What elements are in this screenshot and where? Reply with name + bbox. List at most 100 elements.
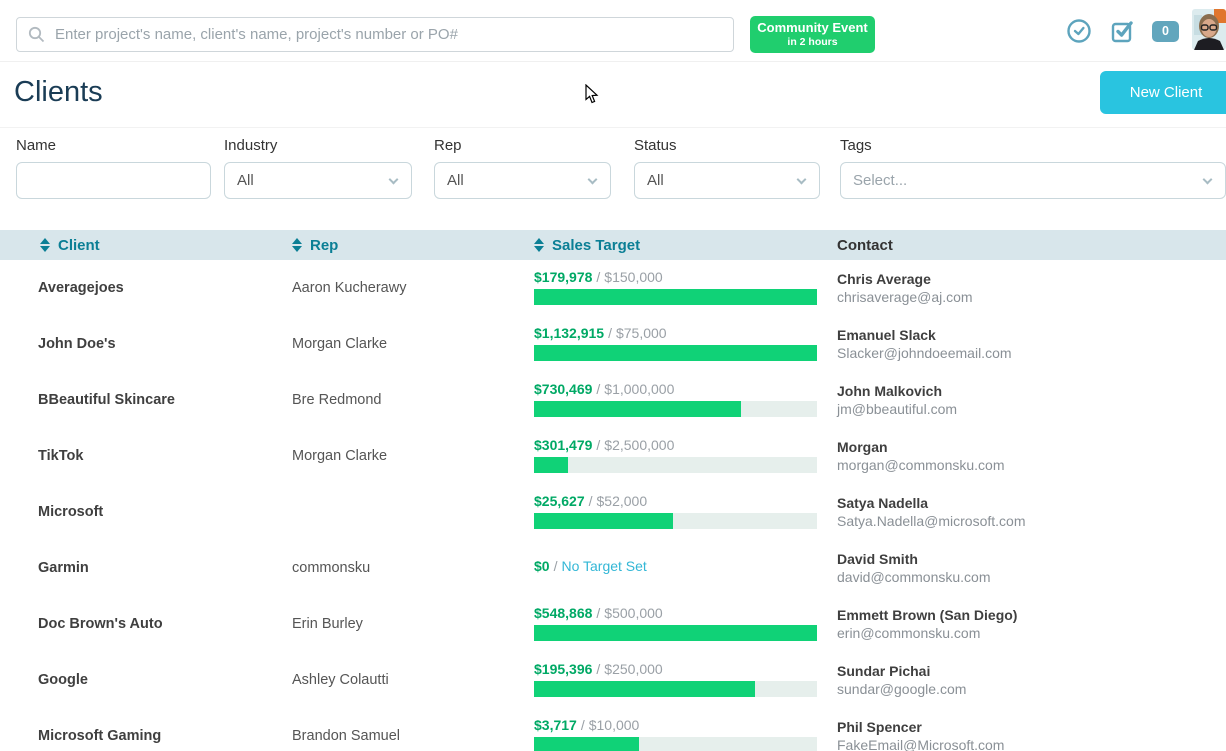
- client-link[interactable]: John Doe's: [38, 336, 116, 352]
- sales-target-value: $1,000,000: [604, 381, 674, 397]
- sort-icon: [292, 238, 302, 252]
- table-row: Doc Brown's Auto Erin Burley $548,868/$5…: [0, 596, 1226, 652]
- client-link[interactable]: BBeautiful Skincare: [38, 392, 175, 408]
- sales-value: $301,479: [534, 437, 592, 453]
- contact-email[interactable]: morgan@commonsku.com: [837, 456, 1226, 474]
- sales-value: $730,469: [534, 381, 592, 397]
- sales-target-value: $150,000: [604, 269, 662, 285]
- community-event-title: Community Event: [757, 21, 868, 36]
- sales-target-value: $52,000: [597, 493, 648, 509]
- chevron-down-icon: [1203, 175, 1213, 185]
- name-filter-input[interactable]: [16, 162, 211, 199]
- rep-name: Brandon Samuel: [292, 708, 534, 751]
- sales-separator: /: [596, 437, 600, 453]
- client-link[interactable]: Doc Brown's Auto: [38, 616, 163, 632]
- rep-name: Erin Burley: [292, 596, 534, 652]
- top-bar: Community Event in 2 hours 0: [0, 0, 1226, 62]
- table-row: BBeautiful Skincare Bre Redmond $730,469…: [0, 372, 1226, 428]
- table-header: Client Rep Sales Target Contact: [0, 230, 1226, 260]
- contact-email[interactable]: sundar@google.com: [837, 680, 1226, 698]
- top-icon-group: 0: [1066, 0, 1226, 62]
- clock-reminders-icon[interactable]: [1066, 18, 1092, 44]
- sales-progress-fill: [534, 625, 817, 641]
- no-target-set-link[interactable]: No Target Set: [561, 558, 646, 574]
- sales-value: $548,868: [534, 605, 592, 621]
- name-filter-label: Name: [16, 137, 211, 154]
- sales-target-value: $2,500,000: [604, 437, 674, 453]
- contact-email[interactable]: FakeEmail@Microsoft.com: [837, 736, 1226, 751]
- sales-value: $195,396: [534, 661, 592, 677]
- sales-target-value: $500,000: [604, 605, 662, 621]
- contact-name: David Smith: [837, 550, 1226, 568]
- sales-progress-track: [534, 289, 817, 305]
- client-link[interactable]: Garmin: [38, 560, 89, 576]
- contact-name: Phil Spencer: [837, 718, 1226, 736]
- clients-page: Community Event in 2 hours 0: [0, 0, 1226, 751]
- rep-name: Morgan Clarke: [292, 428, 534, 484]
- sales-progress-track: [534, 681, 817, 697]
- client-link[interactable]: Microsoft Gaming: [38, 728, 161, 744]
- community-event-button[interactable]: Community Event in 2 hours: [750, 16, 875, 53]
- sales-progress-fill: [534, 457, 568, 473]
- sales-progress-track: [534, 401, 817, 417]
- contact-name: Emmett Brown (San Diego): [837, 606, 1226, 624]
- client-link[interactable]: Microsoft: [38, 504, 103, 520]
- table-row: Google Ashley Colautti $195,396/$250,000…: [0, 652, 1226, 708]
- new-client-button[interactable]: New Client: [1100, 71, 1226, 114]
- chevron-down-icon: [797, 175, 807, 185]
- table-row: John Doe's Morgan Clarke $1,132,915/$75,…: [0, 316, 1226, 372]
- clients-table: Averagejoes Aaron Kucherawy $179,978/$15…: [0, 260, 1226, 751]
- sales-target-value: $75,000: [616, 325, 667, 341]
- sales-separator: /: [596, 269, 600, 285]
- notification-count-badge[interactable]: 0: [1152, 21, 1179, 42]
- rep-name: Ashley Colautti: [292, 652, 534, 708]
- tasks-icon[interactable]: [1109, 18, 1135, 44]
- sales-value: $3,717: [534, 717, 577, 733]
- tags-filter-label: Tags: [840, 137, 1226, 154]
- client-link[interactable]: TikTok: [38, 448, 83, 464]
- rep-filter-select[interactable]: All: [434, 162, 611, 199]
- rep-name: Aaron Kucherawy: [292, 260, 534, 316]
- industry-filter-value: All: [237, 172, 254, 189]
- contact-email[interactable]: jm@bbeautiful.com: [837, 400, 1226, 418]
- sort-icon: [40, 238, 50, 252]
- chevron-down-icon: [588, 175, 598, 185]
- column-header-sales-target[interactable]: Sales Target: [534, 230, 837, 260]
- user-avatar[interactable]: [1192, 9, 1226, 50]
- contact-name: John Malkovich: [837, 382, 1226, 400]
- sales-value: $0: [534, 558, 550, 574]
- sales-separator: /: [608, 325, 612, 341]
- rep-name: [292, 484, 534, 540]
- column-header-label: Rep: [310, 237, 338, 254]
- contact-email[interactable]: Satya.Nadella@microsoft.com: [837, 512, 1226, 530]
- sales-separator: /: [581, 717, 585, 733]
- sales-progress-track: [534, 625, 817, 641]
- contact-name: Emanuel Slack: [837, 326, 1226, 344]
- sales-separator: /: [596, 661, 600, 677]
- filters-bar: Name Industry All Rep All Status All: [0, 127, 1226, 222]
- status-filter-select[interactable]: All: [634, 162, 820, 199]
- tags-filter-value: Select...: [853, 172, 907, 189]
- rep-name: Morgan Clarke: [292, 316, 534, 372]
- client-link[interactable]: Averagejoes: [38, 280, 124, 296]
- table-row: Microsoft Gaming Brandon Samuel $3,717/$…: [0, 708, 1226, 751]
- sales-separator: /: [596, 605, 600, 621]
- table-row: Microsoft $25,627/$52,000 Satya Nadella …: [0, 484, 1226, 540]
- rep-filter-value: All: [447, 172, 464, 189]
- sales-progress-fill: [534, 401, 741, 417]
- tags-filter-select[interactable]: Select...: [840, 162, 1226, 199]
- client-link[interactable]: Google: [38, 672, 88, 688]
- sales-separator: /: [554, 558, 558, 574]
- rep-name: Bre Redmond: [292, 372, 534, 428]
- column-header-rep[interactable]: Rep: [292, 230, 534, 260]
- contact-email[interactable]: Slacker@johndoeemail.com: [837, 344, 1226, 362]
- contact-email[interactable]: david@commonsku.com: [837, 568, 1226, 586]
- sales-value: $25,627: [534, 493, 585, 509]
- search-input[interactable]: [16, 17, 734, 52]
- page-header: Clients New Client: [0, 62, 1226, 127]
- contact-email[interactable]: chrisaverage@aj.com: [837, 288, 1226, 306]
- industry-filter-select[interactable]: All: [224, 162, 412, 199]
- table-row: Garmin commonsku $0/No Target Set David …: [0, 540, 1226, 596]
- column-header-client[interactable]: Client: [0, 230, 292, 260]
- contact-email[interactable]: erin@commonsku.com: [837, 624, 1226, 642]
